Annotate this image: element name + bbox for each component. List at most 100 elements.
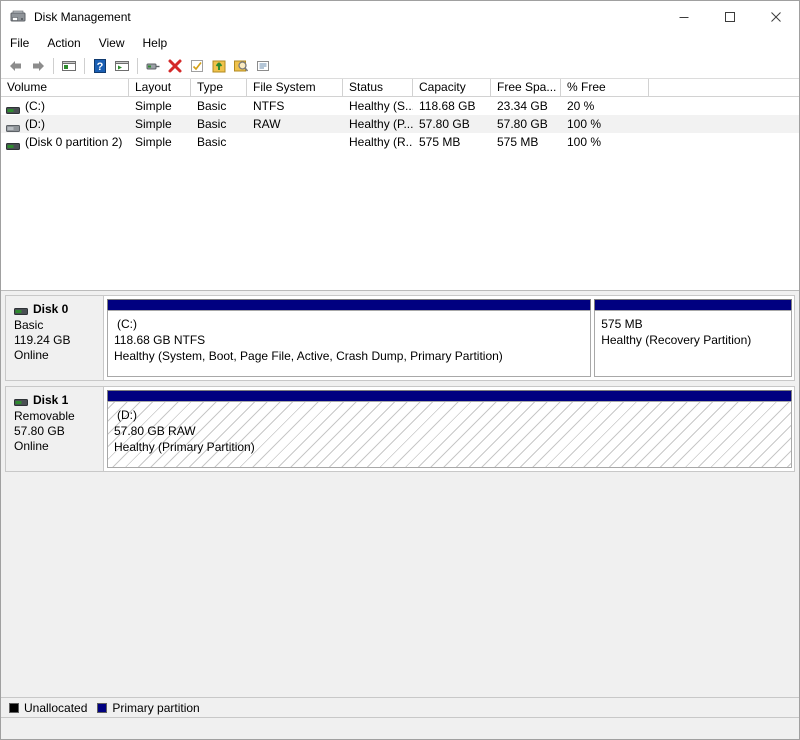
status-cell: Healthy (S... xyxy=(343,97,413,115)
column-header-volume[interactable]: Volume xyxy=(1,79,129,96)
partition-label: (C:) xyxy=(117,316,590,332)
help-icon[interactable]: ? xyxy=(89,55,111,77)
free-space-cell: 57.80 GB xyxy=(491,115,561,133)
free-space-cell: 575 MB xyxy=(491,133,561,151)
disk-graphic-pane: Disk 0 Basic 119.24 GB Online (C:) 118.6… xyxy=(1,291,799,697)
properties-icon[interactable] xyxy=(142,55,164,77)
disk-info-disk-1[interactable]: Disk 1 Removable 57.80 GB Online xyxy=(6,387,104,471)
type-cell: Basic xyxy=(191,97,247,115)
disk-name: Disk 1 xyxy=(33,393,68,408)
type-cell: Basic xyxy=(191,133,247,151)
partition-label: (D:) xyxy=(117,407,791,423)
volume-icon xyxy=(6,120,20,129)
disk-size: 119.24 GB xyxy=(14,333,103,348)
window-title: Disk Management xyxy=(34,10,661,24)
find-icon[interactable] xyxy=(230,55,252,77)
partition-color-bar xyxy=(107,299,591,310)
volume-list-body: (C:) Simple Basic NTFS Healthy (S... 118… xyxy=(1,97,799,290)
table-row[interactable]: (C:) Simple Basic NTFS Healthy (S... 118… xyxy=(1,97,799,115)
disk-management-icon xyxy=(10,9,26,25)
layout-cell: Simple xyxy=(129,115,191,133)
delete-icon[interactable] xyxy=(164,55,186,77)
volume-cell: (D:) xyxy=(1,115,129,133)
disk-icon xyxy=(14,396,28,405)
unallocated-swatch xyxy=(9,703,19,713)
partition-body: (D:) 57.80 GB RAW Healthy (Primary Parti… xyxy=(107,401,792,468)
partition-body: 575 MB Healthy (Recovery Partition) xyxy=(594,310,792,377)
table-row[interactable]: (D:) Simple Basic RAW Healthy (P... 57.8… xyxy=(1,115,799,133)
disk-info-disk-0[interactable]: Disk 0 Basic 119.24 GB Online xyxy=(6,296,104,380)
legend-bar: Unallocated Primary partition xyxy=(1,697,799,717)
free-space-cell: 23.34 GB xyxy=(491,97,561,115)
partition-recovery[interactable]: 575 MB Healthy (Recovery Partition) xyxy=(594,299,792,377)
partition-size: 575 MB xyxy=(601,316,791,332)
partition-size: 118.68 GB NTFS xyxy=(114,332,590,348)
partition-c[interactable]: (C:) 118.68 GB NTFS Healthy (System, Boo… xyxy=(107,299,591,377)
disk-name: Disk 0 xyxy=(33,302,68,317)
capacity-cell: 575 MB xyxy=(413,133,491,151)
column-header-type[interactable]: Type xyxy=(191,79,247,96)
list-view-icon[interactable] xyxy=(252,55,274,77)
disk-row-disk-0: Disk 0 Basic 119.24 GB Online (C:) 118.6… xyxy=(5,295,795,381)
status-cell: Healthy (P... xyxy=(343,115,413,133)
percent-free-cell: 100 % xyxy=(561,115,649,133)
menubar-item-view[interactable]: View xyxy=(99,34,134,52)
menubar-item-action[interactable]: Action xyxy=(47,34,89,52)
disk-row-disk-1: Disk 1 Removable 57.80 GB Online (D:) 57… xyxy=(5,386,795,472)
primary-partition-swatch xyxy=(97,703,107,713)
legend-label: Unallocated xyxy=(24,701,87,715)
column-header-percent-free[interactable]: % Free xyxy=(561,79,649,96)
close-button[interactable] xyxy=(753,1,799,32)
status-bar xyxy=(1,717,799,739)
menubar-item-file[interactable]: File xyxy=(10,34,38,52)
svg-text:?: ? xyxy=(97,61,104,73)
layout-cell: Simple xyxy=(129,97,191,115)
file-system-cell: RAW xyxy=(247,115,343,133)
partition-d[interactable]: (D:) 57.80 GB RAW Healthy (Primary Parti… xyxy=(107,390,792,468)
toolbar-separator xyxy=(137,58,138,74)
show-hide-action-pane-icon[interactable] xyxy=(111,55,133,77)
rescan-disks-icon[interactable] xyxy=(186,55,208,77)
capacity-cell: 118.68 GB xyxy=(413,97,491,115)
volume-list-header: Volume Layout Type File System Status Ca… xyxy=(1,79,799,97)
volume-label: (C:) xyxy=(25,97,45,115)
back-icon[interactable] xyxy=(5,55,27,77)
volume-cell: (Disk 0 partition 2) xyxy=(1,133,129,151)
toolbar: ? xyxy=(1,54,799,79)
column-header-free-space[interactable]: Free Spa... xyxy=(491,79,561,96)
forward-icon[interactable] xyxy=(27,55,49,77)
volume-label: (Disk 0 partition 2) xyxy=(25,133,122,151)
menubar-item-help[interactable]: Help xyxy=(143,34,177,52)
disk-partitions-disk-1: (D:) 57.80 GB RAW Healthy (Primary Parti… xyxy=(104,387,794,471)
partition-status: Healthy (Recovery Partition) xyxy=(601,332,791,348)
column-header-capacity[interactable]: Capacity xyxy=(413,79,491,96)
partition-status: Healthy (System, Boot, Page File, Active… xyxy=(114,348,590,364)
minimize-button[interactable] xyxy=(661,1,707,32)
disk-management-window: Disk Management File Action View Help ? xyxy=(0,0,800,740)
column-header-layout[interactable]: Layout xyxy=(129,79,191,96)
column-header-status[interactable]: Status xyxy=(343,79,413,96)
title-bar: Disk Management xyxy=(1,1,799,32)
disk-icon xyxy=(14,305,28,314)
legend-item-primary-partition: Primary partition xyxy=(97,701,199,715)
legend-item-unallocated: Unallocated xyxy=(9,701,87,715)
partition-status: Healthy (Primary Partition) xyxy=(114,439,791,455)
toolbar-separator xyxy=(84,58,85,74)
table-row[interactable]: (Disk 0 partition 2) Simple Basic Health… xyxy=(1,133,799,151)
disk-type: Removable xyxy=(14,409,103,424)
capacity-cell: 57.80 GB xyxy=(413,115,491,133)
partition-size: 57.80 GB RAW xyxy=(114,423,791,439)
status-cell: Healthy (R... xyxy=(343,133,413,151)
disk-state: Online xyxy=(14,348,103,363)
disk-title: Disk 1 xyxy=(14,393,103,408)
file-system-cell: NTFS xyxy=(247,97,343,115)
maximize-button[interactable] xyxy=(707,1,753,32)
partition-color-bar xyxy=(594,299,792,310)
menu-bar: File Action View Help xyxy=(1,32,799,54)
column-header-file-system[interactable]: File System xyxy=(247,79,343,96)
legend-label: Primary partition xyxy=(112,701,199,715)
volume-list-pane: Volume Layout Type File System Status Ca… xyxy=(1,79,799,291)
disk-state: Online xyxy=(14,439,103,454)
new-volume-icon[interactable] xyxy=(208,55,230,77)
show-hide-console-tree-icon[interactable] xyxy=(58,55,80,77)
